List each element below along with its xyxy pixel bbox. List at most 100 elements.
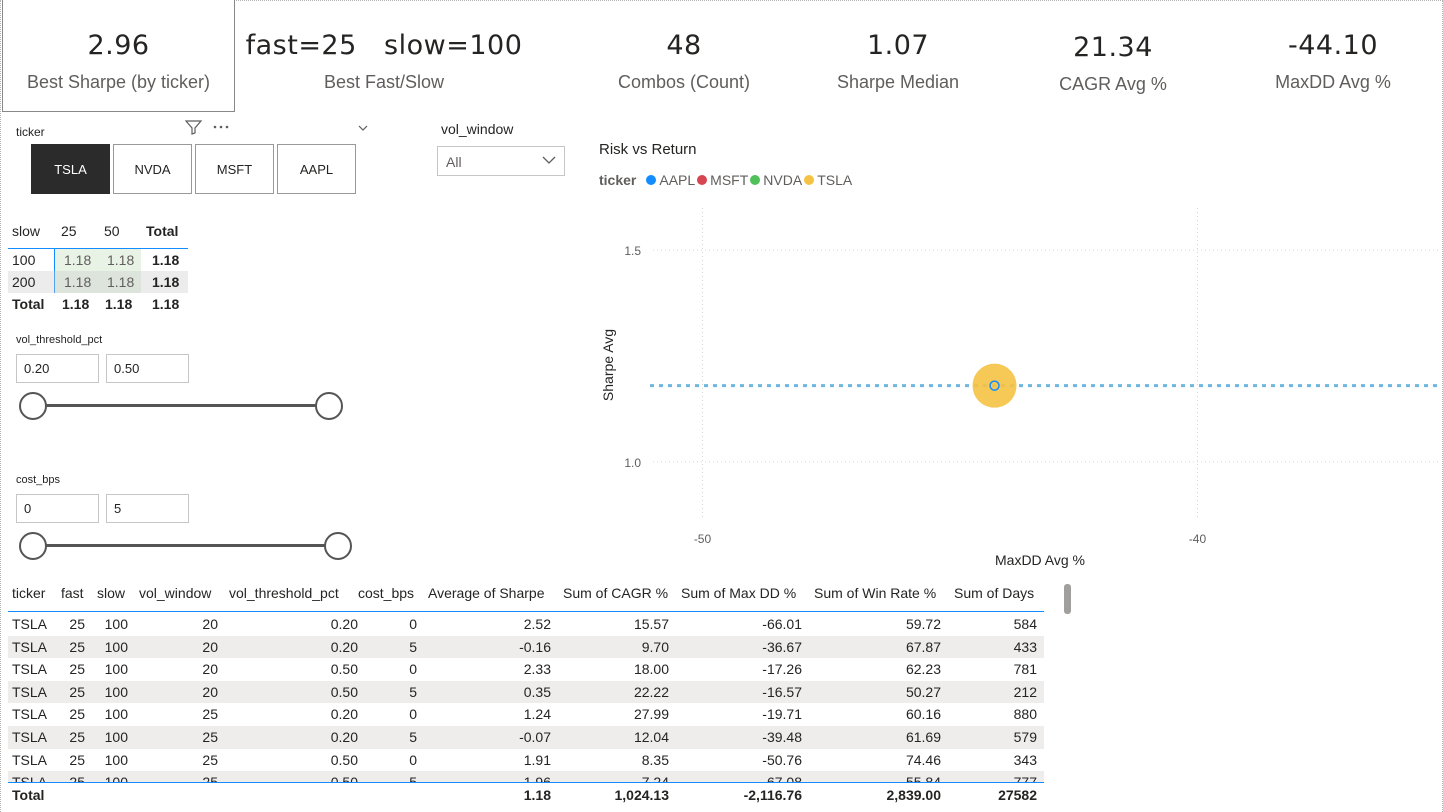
table-cell: 100 [104, 638, 128, 655]
legend-item-nvda[interactable]: NVDA [750, 172, 802, 188]
kpi-card-best-fast-slow[interactable]: fast=25 slow=100 Best Fast/Slow [243, 0, 525, 112]
table-cell: 1,024.13 [614, 787, 670, 803]
data-point-tsla[interactable] [972, 363, 1017, 408]
legend-title: ticker [599, 172, 637, 188]
cost-bps-slicer-title: cost_bps [16, 474, 61, 486]
matrix-col-header: 25 [61, 223, 77, 239]
risk-vs-return-scatter[interactable]: 1.5 1.0 -50 -40 Sharpe Avg MaxDD Avg % [595, 200, 1440, 575]
vol-threshold-max-input[interactable]: 0.50 [106, 354, 189, 383]
cost-bps-slider-track[interactable] [33, 544, 338, 547]
table-cell: 0 [409, 751, 417, 768]
column-header[interactable]: vol_window [139, 582, 211, 605]
table-cell: 25 [202, 771, 218, 782]
table-row[interactable]: TSLA 25 100 20 0.20 0 2.52 15.57 -66.01 59.72 584 [8, 613, 1044, 636]
kpi-value: 2.96 [87, 30, 150, 61]
table-body[interactable]: TSLA 25 100 20 0.20 0 2.52 15.57 -66.01 59.72 584 T… [8, 612, 1044, 782]
legend-dot [646, 175, 657, 185]
table-total-row: Total 1.18 1,024.13 -2,116.76 2,839.00 27582 [8, 782, 1044, 806]
legend-dot [750, 175, 761, 185]
cost-bps-min-input[interactable]: 0 [16, 494, 99, 523]
table-cell: Total [12, 787, 45, 803]
table-cell: 8.35 [641, 751, 669, 768]
table-cell: 25 [69, 616, 85, 632]
table-row[interactable]: TSLA 25 100 25 0.50 5 1.96 7.24 -67.08 55.84 777 [8, 771, 1044, 782]
table-row[interactable]: TSLA 25 100 20 0.20 5 -0.16 9.70 -36.67 67.87 433 [8, 635, 1044, 659]
column-header[interactable]: Sum of CAGR % [563, 582, 668, 605]
table-cell: 67.87 [905, 638, 941, 655]
kpi-card-maxdd-avg[interactable]: -44.10 MaxDD Avg % [1233, 0, 1433, 112]
table-cell: -0.16 [519, 638, 551, 655]
table-cell: 0.20 [330, 638, 358, 655]
legend-item-msft[interactable]: MSFT [697, 172, 748, 188]
ticker-slicer-title: ticker [16, 125, 45, 139]
vol-threshold-max-handle[interactable] [315, 392, 343, 420]
table-cell: 0.35 [523, 683, 551, 700]
vol-threshold-min-input[interactable]: 0.20 [16, 354, 99, 383]
column-header[interactable]: Sum of Max DD % [681, 582, 796, 605]
column-header[interactable]: cost_bps [358, 582, 414, 605]
table-cell: TSLA [12, 771, 47, 782]
table-cell: 20 [202, 683, 218, 700]
vol-threshold-slicer-title: vol_threshold_pct [16, 334, 103, 346]
legend-item-aapl[interactable]: AAPL [646, 172, 695, 188]
kpi-value: 48 [666, 30, 702, 61]
table-cell: -66.01 [762, 616, 802, 632]
more-options-icon[interactable] [212, 124, 230, 130]
table-cell: 25 [69, 751, 85, 768]
table-cell: 343 [1013, 751, 1037, 768]
column-header[interactable]: Sum of Win Rate % [814, 582, 936, 605]
chevron-down-icon[interactable] [357, 122, 369, 134]
vol-window-slicer-title: vol_window [441, 121, 514, 137]
x-tick-label: -40 [1189, 532, 1207, 546]
kpi-card-cagr-avg[interactable]: 21.34 CAGR Avg % [1013, 0, 1213, 112]
kpi-card-best-sharpe[interactable]: 2.96 Best Sharpe (by ticker) [2, 0, 235, 112]
cost-bps-max-handle[interactable] [324, 532, 352, 560]
matrix-total-cell: 1.18 [105, 296, 133, 312]
table-cell: 25 [69, 683, 85, 700]
chart-title: Risk vs Return [599, 141, 697, 158]
table-row[interactable]: TSLA 25 100 25 0.20 0 1.24 27.99 -19.71 60.16 880 [8, 703, 1044, 726]
table-cell: 25 [202, 751, 218, 768]
table-cell: 25 [69, 729, 85, 745]
matrix-cell: 1.18 [64, 274, 92, 290]
table-cell: 0 [409, 661, 417, 678]
table-cell: 579 [1013, 729, 1037, 745]
table-cell: 25 [69, 771, 85, 782]
cost-bps-max-input[interactable]: 5 [106, 494, 189, 523]
table-cell: 777 [1014, 771, 1037, 782]
vol-threshold-min-handle[interactable] [19, 392, 47, 420]
table-scrollbar[interactable] [1064, 584, 1071, 614]
kpi-label: Best Fast/Slow [323, 72, 445, 92]
ticker-tile-msft[interactable]: MSFT [195, 144, 274, 194]
table-row[interactable]: TSLA 25 100 20 0.50 0 2.33 18.00 -17.26 62.23 781 [8, 658, 1044, 681]
matrix-total-cell: 1.18 [152, 296, 180, 312]
cost-bps-min-handle[interactable] [19, 532, 47, 560]
column-header[interactable]: fast [61, 582, 84, 605]
filter-icon[interactable] [185, 119, 203, 135]
column-header[interactable]: vol_threshold_pct [229, 582, 339, 605]
table-cell: 20 [202, 638, 218, 655]
table-row[interactable]: TSLA 25 100 25 0.50 0 1.91 8.35 -50.76 74.46 343 [8, 749, 1044, 772]
column-header[interactable]: Average of Sharpe [428, 582, 545, 605]
kpi-value: -44.10 [1287, 30, 1379, 61]
column-header[interactable]: slow [97, 582, 125, 605]
ticker-tile-tsla[interactable]: TSLA [31, 144, 110, 194]
ticker-tile-nvda[interactable]: NVDA [113, 144, 192, 194]
kpi-label: CAGR Avg % [1059, 74, 1167, 94]
table-row[interactable]: TSLA 25 100 25 0.20 5 -0.07 12.04 -39.48 61.69 579 [8, 726, 1044, 749]
vol-window-dropdown[interactable]: All [437, 146, 565, 176]
legend-item-tsla[interactable]: TSLA [804, 172, 852, 188]
table-cell: 12.04 [633, 729, 669, 745]
page-border [0, 0, 1, 812]
kpi-card-sharpe-median[interactable]: 1.07 Sharpe Median [798, 0, 998, 112]
table-cell: 880 [1013, 706, 1037, 723]
ticker-tile-aapl[interactable]: AAPL [277, 144, 356, 194]
column-header[interactable]: ticker [12, 582, 45, 605]
kpi-value: 21.34 [1073, 32, 1153, 63]
kpi-card-combos[interactable]: 48 Combos (Count) [584, 0, 784, 112]
column-header[interactable]: Sum of Days [954, 582, 1034, 605]
table-row[interactable]: TSLA 25 100 20 0.50 5 0.35 22.22 -16.57 50.27 212 [8, 680, 1044, 704]
vol-threshold-slider-track[interactable] [33, 404, 329, 407]
table-cell: 59.72 [905, 616, 941, 632]
table-cell: TSLA [12, 616, 48, 632]
